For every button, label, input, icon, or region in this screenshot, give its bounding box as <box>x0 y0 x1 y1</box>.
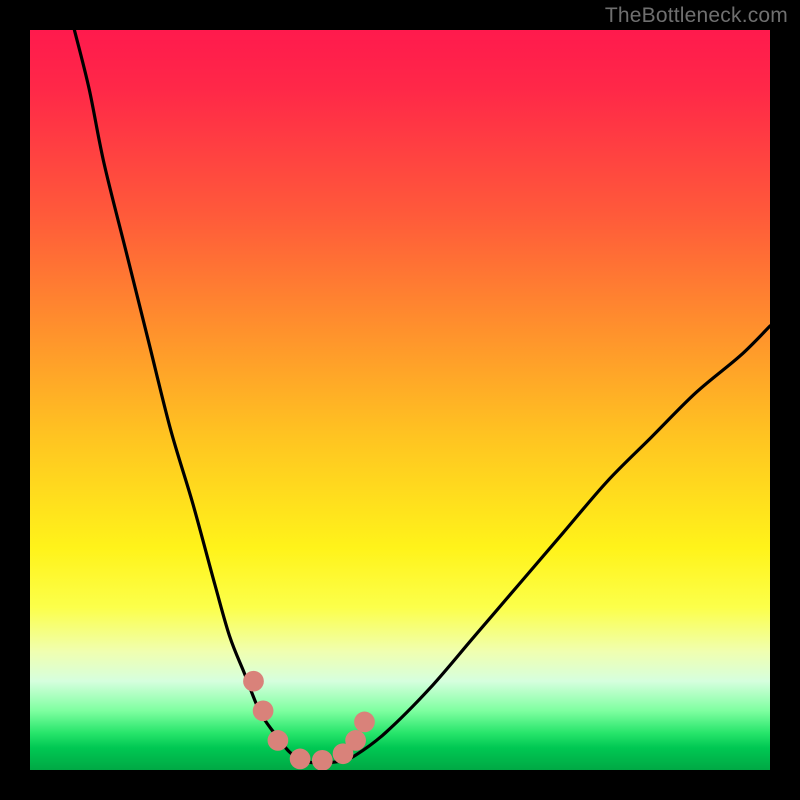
bottleneck-curve <box>74 30 770 763</box>
curve-marker <box>345 730 366 751</box>
chart-frame: TheBottleneck.com <box>0 0 800 800</box>
curve-marker <box>290 749 311 770</box>
curve-marker <box>243 671 264 692</box>
curve-svg <box>30 30 770 770</box>
watermark-text: TheBottleneck.com <box>605 4 788 28</box>
plot-area <box>30 30 770 770</box>
curve-marker <box>253 700 274 721</box>
curve-marker <box>354 712 375 733</box>
curve-marker <box>312 750 333 770</box>
curve-marker <box>268 730 289 751</box>
